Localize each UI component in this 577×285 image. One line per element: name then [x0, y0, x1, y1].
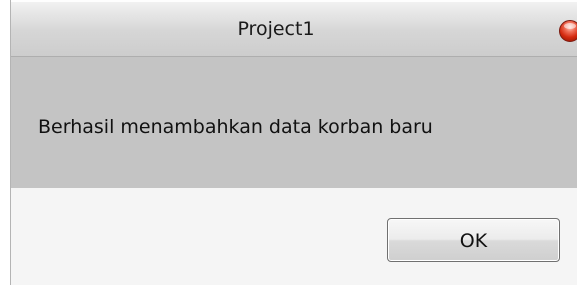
window-title: Project1	[237, 18, 315, 40]
message-dialog: Project1 Berhasil menambahkan data korba…	[10, 0, 577, 285]
message-text: Berhasil menambahkan data korban baru	[38, 116, 433, 138]
close-icon[interactable]	[559, 20, 577, 42]
ok-button[interactable]: OK	[387, 218, 560, 262]
message-area: Berhasil menambahkan data korban baru	[11, 57, 577, 188]
button-area: OK	[11, 188, 577, 285]
title-bar[interactable]: Project1	[11, 0, 577, 57]
